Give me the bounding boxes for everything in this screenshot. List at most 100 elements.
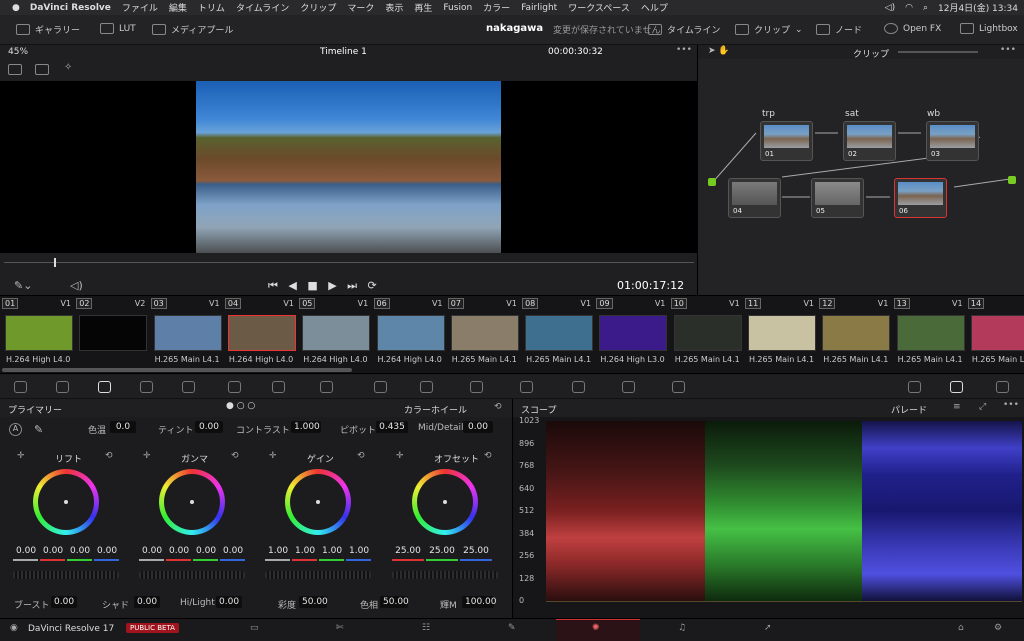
master-wheel[interactable]	[265, 571, 371, 579]
crosshair-icon[interactable]: ✛	[17, 451, 25, 461]
split-view-icon[interactable]	[35, 64, 49, 75]
clip-03[interactable]: 03 V1 H.265 Main L4.1	[150, 298, 224, 364]
shadow-value[interactable]: 0.00	[134, 596, 160, 608]
wheel-value[interactable]: 0.00	[40, 545, 65, 557]
wheel-value[interactable]: 1.00	[265, 545, 290, 557]
menu-clip[interactable]: クリップ	[300, 1, 336, 14]
more-icon[interactable]: •••	[1003, 400, 1019, 410]
node-02[interactable]: 02	[843, 121, 896, 161]
zoom-level[interactable]: 45%	[8, 47, 28, 57]
clip-10[interactable]: 10 V1 H.265 Main L4.1	[670, 298, 744, 364]
menu-fairlight[interactable]: Fairlight	[521, 3, 557, 13]
clip-button[interactable]: クリップ ⌄	[735, 23, 803, 36]
temp-value[interactable]: 0.0	[110, 421, 136, 433]
hue-value[interactable]: 50.00	[380, 596, 409, 608]
crosshair-icon[interactable]: ✛	[396, 451, 404, 461]
hilight-value[interactable]: 0.00	[216, 596, 242, 608]
wheel-puck[interactable]	[190, 500, 194, 504]
menu-playback[interactable]: 再生	[414, 1, 432, 14]
volume-icon[interactable]: ◁)	[885, 3, 895, 13]
wheel-reset-icon[interactable]: ⟲	[484, 451, 492, 461]
keyframes-icon[interactable]	[908, 381, 921, 393]
clip-13[interactable]: 13 V1 H.265 Main L4.1	[893, 298, 967, 364]
wheel-value[interactable]: 0.00	[193, 545, 218, 557]
search-icon[interactable]: ⌕	[923, 3, 928, 13]
master-wheel[interactable]	[139, 571, 245, 579]
clip-06[interactable]: 06 V1 H.264 High L4.0	[373, 298, 447, 364]
key-icon[interactable]	[572, 381, 585, 393]
clip-thumbnail[interactable]	[525, 315, 594, 351]
color-wheels-icon[interactable]	[98, 381, 111, 393]
clip-thumbnail[interactable]	[970, 315, 1024, 351]
clip-thumbnail[interactable]	[153, 315, 222, 351]
edit-page-icon[interactable]: ☷	[422, 623, 430, 633]
media-page-icon[interactable]: ▭	[250, 623, 259, 633]
gallery-button[interactable]: ギャラリー	[16, 23, 80, 36]
menu-view[interactable]: 表示	[385, 1, 403, 14]
clip-04[interactable]: 04 V1 H.264 High L4.0	[224, 298, 298, 364]
openfx-button[interactable]: Open FX	[884, 23, 941, 34]
wheel-value[interactable]: 0.00	[67, 545, 92, 557]
clip-thumbnail[interactable]	[450, 315, 519, 351]
menu-trim[interactable]: トリム	[198, 1, 225, 14]
more-icon[interactable]: •••	[676, 45, 692, 55]
clip-thumbnail[interactable]	[599, 315, 668, 351]
crosshair-icon[interactable]: ✛	[269, 451, 277, 461]
expand-icon[interactable]: ⤢	[979, 402, 986, 412]
clip-07[interactable]: 07 V1 H.265 Main L4.1	[447, 298, 521, 364]
single-view-icon[interactable]	[8, 64, 22, 75]
wheel-reset-icon[interactable]: ⟲	[231, 451, 239, 461]
fusion-page-icon[interactable]: ✎	[508, 623, 516, 633]
media-pool-button[interactable]: メディアプール	[152, 23, 233, 36]
clip-14[interactable]: 14 H.265 Main L4.1	[967, 298, 1024, 364]
timeline-button[interactable]: タイムライン	[648, 23, 720, 36]
home-icon[interactable]: ⌂	[958, 623, 964, 633]
middetail-value[interactable]: 0.00	[463, 421, 493, 433]
color-wheel[interactable]	[285, 469, 351, 535]
picker-icon[interactable]: ✎	[34, 423, 43, 436]
pivot-value[interactable]: 0.435	[376, 421, 408, 433]
magic-mask-icon[interactable]	[470, 381, 483, 393]
pointer-icon[interactable]: ➤ ✋	[708, 46, 730, 56]
node-button[interactable]: ノード	[816, 23, 862, 36]
wheel-value[interactable]: 0.00	[166, 545, 191, 557]
clip-01[interactable]: 01 V1 H.264 High L4.0	[2, 298, 75, 364]
menu-timeline[interactable]: タイムライン	[236, 1, 289, 14]
node-03[interactable]: 03	[926, 121, 979, 161]
wheel-reset-icon[interactable]: ⟲	[357, 451, 365, 461]
node-zoom-slider[interactable]	[898, 51, 978, 53]
wheel-value[interactable]: 1.00	[319, 545, 344, 557]
wheel-value[interactable]: 0.00	[139, 545, 164, 557]
playhead[interactable]	[54, 258, 56, 267]
master-wheel[interactable]	[392, 571, 498, 579]
scrub-bar[interactable]	[4, 262, 694, 263]
menu-edit[interactable]: 編集	[169, 1, 187, 14]
color-wheel[interactable]	[33, 469, 99, 535]
wheel-value[interactable]: 1.00	[292, 545, 317, 557]
tracker-icon[interactable]	[420, 381, 433, 393]
info-icon[interactable]	[996, 381, 1009, 393]
wheel-puck[interactable]	[316, 500, 320, 504]
wheel-value[interactable]: 25.00	[460, 545, 492, 557]
node-01[interactable]: 01	[760, 121, 813, 161]
wheel-value[interactable]: 0.00	[94, 545, 119, 557]
clip-thumbnail[interactable]	[822, 315, 891, 351]
wifi-icon[interactable]: ◠	[905, 3, 913, 13]
crosshair-icon[interactable]: ✛	[143, 451, 151, 461]
timeline-name[interactable]: Timeline 1	[320, 47, 367, 57]
clip-12[interactable]: 12 V1 H.265 Main L4.1	[819, 298, 892, 364]
wheel-puck[interactable]	[64, 500, 68, 504]
apple-icon[interactable]: ●	[12, 3, 20, 13]
node-04[interactable]: 04	[728, 178, 781, 218]
wheel-puck[interactable]	[443, 500, 447, 504]
clip-thumbnail[interactable]	[673, 315, 742, 351]
audio-icon[interactable]: ◁)	[70, 279, 83, 292]
deliver-page-icon[interactable]: ➚	[764, 623, 772, 633]
scope-mode-dropdown[interactable]: パレード	[891, 403, 927, 416]
rgb-mixer-icon[interactable]	[140, 381, 153, 393]
sparkle-icon[interactable]: ✧	[64, 62, 72, 73]
wheel-reset-icon[interactable]: ⟲	[105, 451, 113, 461]
input-port[interactable]	[708, 178, 716, 186]
cut-page-icon[interactable]: ✄	[336, 623, 344, 633]
tint-value[interactable]: 0.00	[195, 421, 223, 433]
